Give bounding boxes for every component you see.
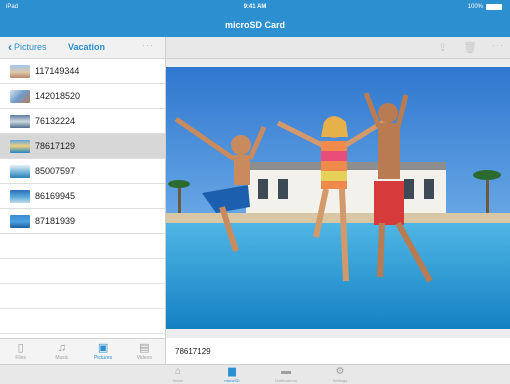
tab-notifications[interactable]: ▬ Notifications: [264, 366, 308, 383]
empty-row: [0, 259, 165, 284]
file-name: 86169945: [35, 191, 76, 201]
pictures-icon: ▣: [97, 342, 109, 354]
back-label: Pictures: [14, 42, 47, 52]
photo-preview[interactable]: [166, 67, 510, 329]
tab-music[interactable]: ♫ Music: [41, 339, 82, 364]
empty-row: [0, 284, 165, 309]
tab-label: Pictures: [94, 355, 113, 361]
photo-thumbnail: [10, 89, 30, 103]
chevron-left-icon: ‹: [8, 40, 12, 54]
photo-thumbnail: [10, 139, 30, 153]
empty-row: [0, 234, 165, 259]
file-name: 142018520: [35, 91, 81, 101]
clock: 9:41 AM: [243, 4, 267, 10]
photo-image: [166, 67, 510, 329]
list-item[interactable]: 142018520: [0, 84, 165, 109]
tab-label: microSD: [224, 378, 240, 383]
tab-label: Files: [15, 355, 26, 361]
list-item[interactable]: 87181939: [0, 209, 165, 234]
file-name: 87181939: [35, 216, 76, 226]
back-button[interactable]: ‹ Pictures: [8, 40, 47, 54]
file-name: 85007597: [35, 166, 76, 176]
status-bar: iPad 9:41 AM 100%: [0, 2, 510, 14]
list-item-selected[interactable]: 78617129: [0, 134, 165, 159]
share-icon[interactable]: ⇪: [438, 41, 447, 54]
file-name: 76132224: [35, 116, 76, 126]
list-item[interactable]: 117149344: [0, 59, 165, 84]
trash-icon[interactable]: 🗑: [463, 41, 477, 54]
more-options-icon[interactable]: ···: [142, 40, 154, 50]
empty-row: [0, 309, 165, 334]
page-title: microSD Card: [224, 20, 286, 30]
chat-icon: ▬: [281, 366, 291, 377]
music-icon: ♫: [57, 342, 66, 354]
folder-title: Vacation: [68, 42, 106, 52]
tab-pictures[interactable]: ▣ Pictures: [83, 339, 124, 364]
list-item[interactable]: 76132224: [0, 109, 165, 134]
tab-label: Notifications: [275, 378, 297, 383]
top-bar: iPad 9:41 AM 100% microSD Card: [0, 0, 510, 37]
left-nav-bar: ‹ Pictures Vacation ···: [0, 37, 165, 59]
photo-thumbnail: [10, 189, 30, 203]
tab-settings[interactable]: ⚙ Settings: [318, 366, 362, 383]
battery-icon: [486, 4, 502, 10]
file-name: 117149344: [35, 66, 80, 76]
photo-thumbnail: [10, 214, 30, 228]
file-icon: ▯: [17, 342, 24, 354]
tab-files[interactable]: ▯ Files: [0, 339, 41, 364]
tab-home[interactable]: ⌂ Home: [156, 366, 200, 383]
gear-icon: ⚙: [335, 366, 345, 377]
tab-label: Settings: [332, 378, 348, 383]
photo-thumbnail: [10, 64, 30, 78]
photo-thumbnail: [10, 164, 30, 178]
left-tab-bar: ▯ Files ♫ Music ▣ Pictures ▤ Videos: [0, 338, 165, 364]
photo-caption: 78617129: [166, 338, 510, 364]
bottom-tab-bar: ⌂ Home ▆ microSD ▬ Notifications ⚙ Setti…: [0, 364, 510, 384]
battery-percent: 100%: [467, 4, 483, 10]
file-list: 117149344 142018520 76132224 78617129 85…: [0, 59, 165, 334]
tab-label: Videos: [136, 355, 152, 361]
video-icon: ▤: [139, 342, 150, 354]
preview-toolbar: ⇪ 🗑 ···: [166, 37, 510, 59]
file-name: 78617129: [35, 141, 76, 151]
list-item[interactable]: 85007597: [0, 159, 165, 184]
sd-card-icon: ▆: [228, 366, 236, 377]
battery-indicator: 100%: [468, 4, 502, 10]
photo-thumbnail: [10, 114, 30, 128]
list-item[interactable]: 86169945: [0, 184, 165, 209]
tab-label: Music: [55, 355, 69, 361]
more-options-icon[interactable]: ···: [492, 40, 504, 50]
tab-label: Home: [172, 378, 184, 383]
home-icon: ⌂: [174, 366, 182, 377]
tab-videos[interactable]: ▤ Videos: [124, 339, 165, 364]
tab-microsd[interactable]: ▆ microSD: [210, 366, 254, 383]
